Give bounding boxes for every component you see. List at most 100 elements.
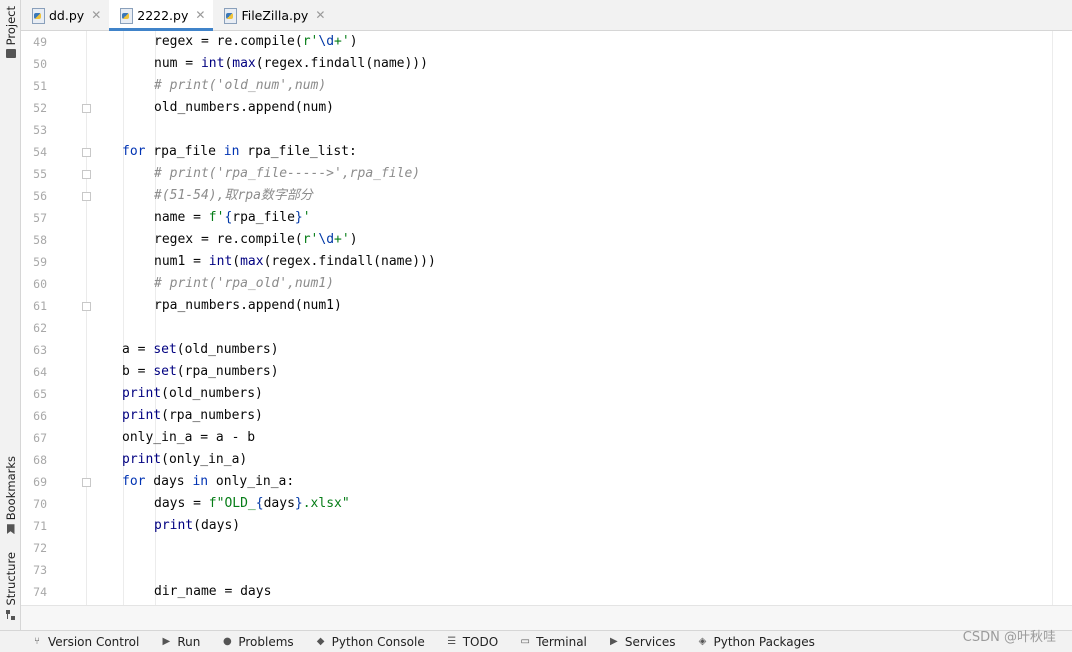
line-number: 68 <box>33 453 47 467</box>
bottom-tool-label: Python Console <box>331 634 425 649</box>
tab-dd-py[interactable]: dd.py ✕ <box>21 0 109 30</box>
line-number: 52 <box>33 101 47 115</box>
line-number: 63 <box>33 343 47 357</box>
line-number: 57 <box>33 211 47 225</box>
line-number: 69 <box>33 475 47 489</box>
code-line[interactable]: b = set(rpa_numbers) <box>122 361 279 383</box>
line-number: 53 <box>33 123 47 137</box>
line-number: 56 <box>33 189 47 203</box>
code-line[interactable]: days = f"OLD_{days}.xlsx" <box>154 493 350 515</box>
bottom-tool-label: TODO <box>462 634 499 649</box>
code-line[interactable]: old_numbers.append(num) <box>154 97 334 119</box>
indent-guide <box>123 31 124 605</box>
tab-label: FileZilla.py <box>241 7 309 23</box>
structure-tool-label: Structure <box>3 552 18 606</box>
code-line[interactable]: for rpa_file in rpa_file_list: <box>122 141 357 163</box>
python-file-icon <box>119 8 134 24</box>
bottom-tool-bar: ⑂ Version Control ▶ Run ● Problems ◆ Python Con… <box>0 630 1072 652</box>
run-icon: ▶ <box>162 636 171 647</box>
line-number: 60 <box>33 277 47 291</box>
line-number: 59 <box>33 255 47 269</box>
code-line[interactable]: only_in_a = a - b <box>122 427 255 449</box>
tab-2222-py[interactable]: 2222.py ✕ <box>109 0 214 31</box>
close-icon[interactable]: ✕ <box>195 8 205 22</box>
line-number: 73 <box>33 563 47 577</box>
bottom-tool-problems[interactable]: ● Problems <box>222 634 294 649</box>
horizontal-scrollbar[interactable] <box>21 605 1072 630</box>
code-line[interactable]: #(51-54),取rpa数字部分 <box>154 185 313 207</box>
bookmarks-tool-button[interactable]: Bookmarks <box>0 456 21 535</box>
line-number: 72 <box>33 541 47 555</box>
bottom-tool-terminal[interactable]: ▭ Terminal <box>520 634 587 649</box>
terminal-icon: ▭ <box>520 636 530 647</box>
line-number-gutter[interactable]: 49 50 51 52 53 54 55 56 57 58 59 60 61 62 63 64 65 66 67 68… <box>21 31 91 605</box>
python-console-icon: ◆ <box>316 636 325 647</box>
line-number: 71 <box>33 519 47 533</box>
close-icon[interactable]: ✕ <box>91 8 101 22</box>
project-tool-label: Project <box>3 6 18 46</box>
line-number: 51 <box>33 79 47 93</box>
code-line[interactable]: regex = re.compile(r'\d+') <box>154 229 358 251</box>
bottom-tool-label: Terminal <box>536 634 587 649</box>
line-number: 54 <box>33 145 47 159</box>
project-tool-button[interactable]: Project <box>0 6 21 59</box>
bottom-tool-services[interactable]: ▶ Services <box>609 634 676 649</box>
tab-label: dd.py <box>49 7 85 23</box>
line-number: 50 <box>33 57 47 71</box>
branch-icon: ⑂ <box>34 636 40 647</box>
bottom-tool-label: Run <box>177 634 201 649</box>
bookmark-icon <box>6 524 15 535</box>
line-number: 61 <box>33 299 47 313</box>
code-line[interactable]: print(only_in_a) <box>122 449 247 471</box>
code-line[interactable]: num1 = int(max(regex.findall(name))) <box>154 251 436 273</box>
line-number: 65 <box>33 387 47 401</box>
watermark: CSDN @叶秋哇 <box>962 630 1056 645</box>
bottom-tool-version-control[interactable]: ⑂ Version Control <box>32 635 139 649</box>
code-editor[interactable]: 49 50 51 52 53 54 55 56 57 58 59 60 61 62 63 64 65 66 67 68… <box>21 31 1072 605</box>
packages-icon: ◈ <box>698 636 707 647</box>
code-area[interactable]: regex = re.compile(r'\d+') num = int(max(… <box>87 31 1072 605</box>
code-line[interactable]: print(rpa_numbers) <box>122 405 263 427</box>
code-line[interactable]: name = f'{rpa_file}' <box>154 207 311 229</box>
code-line[interactable]: print(old_numbers) <box>122 383 263 405</box>
line-number: 62 <box>33 321 47 335</box>
todo-icon: ☰ <box>447 636 457 647</box>
line-number: 64 <box>33 365 47 379</box>
tab-label: 2222.py <box>137 7 189 23</box>
tab-filezilla-py[interactable]: FileZilla.py ✕ <box>213 0 333 30</box>
close-icon[interactable]: ✕ <box>315 8 325 22</box>
editor-tab-bar: dd.py ✕ 2222.py ✕ FileZilla.py ✕ <box>21 0 1072 31</box>
line-number: 58 <box>33 233 47 247</box>
python-file-icon <box>223 8 238 24</box>
bottom-tool-run[interactable]: ▶ Run <box>161 635 200 649</box>
code-line[interactable]: regex = re.compile(r'\d+') <box>154 31 358 53</box>
line-number: 74 <box>33 585 47 599</box>
bottom-tool-label: Services <box>624 634 676 649</box>
bottom-tool-python-console[interactable]: ◆ Python Console <box>316 635 425 649</box>
folder-icon <box>5 49 16 59</box>
code-line[interactable]: # print('old_num',num) <box>154 75 326 97</box>
code-line[interactable]: num = int(max(regex.findall(name))) <box>154 53 428 75</box>
bottom-tool-label: Problems <box>238 634 294 649</box>
services-icon: ▶ <box>610 636 618 647</box>
line-number: 66 <box>33 409 47 423</box>
line-number: 55 <box>33 167 47 181</box>
left-tool-strip: Project Bookmarks Structure <box>0 0 21 630</box>
problems-icon: ● <box>222 636 232 647</box>
bookmarks-tool-label: Bookmarks <box>3 456 18 521</box>
line-number: 49 <box>33 35 47 49</box>
structure-tool-button[interactable]: Structure <box>0 552 21 620</box>
code-line[interactable]: for days in only_in_a: <box>122 471 294 493</box>
code-line[interactable]: dir_name = days <box>154 581 271 603</box>
code-line[interactable]: # print('rpa_file----->',rpa_file) <box>154 163 420 185</box>
bottom-tool-todo[interactable]: ☰ TODO <box>447 635 498 649</box>
code-line[interactable]: rpa_numbers.append(num1) <box>154 295 342 317</box>
code-line[interactable]: # print('rpa_old',num1) <box>154 273 334 295</box>
bottom-tool-python-packages[interactable]: ◈ Python Packages <box>698 635 815 649</box>
python-file-icon <box>31 8 45 24</box>
structure-icon <box>6 609 15 620</box>
bottom-tool-label: Version Control <box>48 634 140 649</box>
code-line[interactable]: print(days) <box>154 515 240 537</box>
code-line[interactable]: a = set(old_numbers) <box>122 339 279 361</box>
line-number: 67 <box>33 431 47 445</box>
